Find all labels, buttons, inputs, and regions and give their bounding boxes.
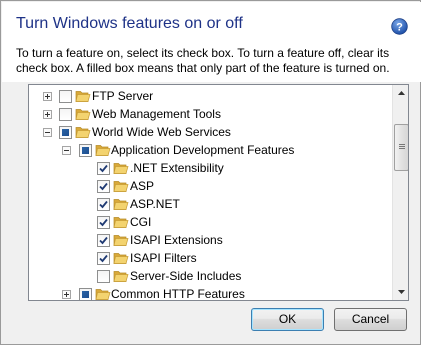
folder-icon bbox=[113, 269, 129, 283]
tree-item[interactable]: ISAPI Filters bbox=[29, 249, 392, 267]
scrollbar-thumb[interactable] bbox=[394, 124, 408, 171]
expand-icon[interactable] bbox=[43, 92, 52, 101]
feature-checkbox[interactable] bbox=[97, 270, 110, 283]
tree-item[interactable]: ASP bbox=[29, 177, 392, 195]
folder-icon bbox=[113, 251, 129, 265]
tree-item[interactable]: World Wide Web Services bbox=[29, 123, 392, 141]
feature-checkbox[interactable] bbox=[97, 216, 110, 229]
tree-item-label: ISAPI Filters bbox=[130, 251, 197, 265]
features-tree-list: FTP Server Web Management Tools World Wide… bbox=[29, 85, 392, 300]
tree-item[interactable]: .NET Extensibility bbox=[29, 159, 392, 177]
tree-item[interactable]: Server-Side Includes bbox=[29, 267, 392, 285]
folder-icon bbox=[95, 143, 111, 157]
ok-button[interactable]: OK bbox=[251, 308, 324, 331]
expand-icon[interactable] bbox=[62, 290, 71, 299]
thumb-grip-line bbox=[399, 148, 405, 149]
features-tree[interactable]: FTP Server Web Management Tools World Wide… bbox=[28, 84, 409, 301]
cancel-button[interactable]: Cancel bbox=[334, 308, 407, 331]
feature-checkbox[interactable] bbox=[59, 126, 72, 139]
feature-checkbox[interactable] bbox=[97, 162, 110, 175]
description-line: check box. A filled box means that only … bbox=[16, 61, 390, 75]
vertical-scrollbar[interactable] bbox=[392, 85, 409, 300]
tree-item-label: ASP bbox=[130, 179, 155, 193]
tree-item-label: ISAPI Extensions bbox=[130, 233, 223, 247]
help-icon[interactable]: ? bbox=[391, 18, 408, 35]
feature-checkbox[interactable] bbox=[59, 90, 72, 103]
tree-item-label: FTP Server bbox=[92, 89, 154, 103]
folder-icon bbox=[113, 161, 129, 175]
feature-checkbox[interactable] bbox=[79, 144, 92, 157]
folder-icon bbox=[95, 287, 111, 300]
dialog-title: Turn Windows features on or off bbox=[16, 15, 243, 32]
feature-checkbox[interactable] bbox=[97, 180, 110, 193]
folder-icon bbox=[113, 233, 129, 247]
windows-features-dialog: Turn Windows features on or off ? To tur… bbox=[0, 0, 421, 345]
feature-checkbox[interactable] bbox=[97, 234, 110, 247]
description-line: To turn a feature on, select its check b… bbox=[16, 46, 390, 60]
dialog-header: Turn Windows features on or off ? To tur… bbox=[2, 2, 421, 82]
folder-icon bbox=[75, 89, 91, 103]
folder-icon bbox=[113, 179, 129, 193]
feature-checkbox[interactable] bbox=[79, 288, 92, 300]
tree-item-label: Application Development Features bbox=[111, 143, 295, 157]
thumb-grip-line bbox=[399, 146, 405, 147]
tree-item-label: World Wide Web Services bbox=[92, 125, 231, 139]
tree-item-label: Common HTTP Features bbox=[111, 287, 245, 300]
feature-checkbox[interactable] bbox=[59, 108, 72, 121]
feature-checkbox[interactable] bbox=[97, 198, 110, 211]
tree-item-label: .NET Extensibility bbox=[130, 161, 224, 175]
tree-item-label: ASP.NET bbox=[130, 197, 180, 211]
scroll-down-arrow-icon[interactable] bbox=[393, 283, 409, 300]
tree-item-label: CGI bbox=[130, 215, 152, 229]
tree-item[interactable]: FTP Server bbox=[29, 87, 392, 105]
collapse-icon[interactable] bbox=[62, 146, 71, 155]
tree-item[interactable]: Common HTTP Features bbox=[29, 285, 392, 300]
thumb-grip-line bbox=[399, 144, 405, 145]
collapse-icon[interactable] bbox=[43, 128, 52, 137]
tree-item[interactable]: ASP.NET bbox=[29, 195, 392, 213]
tree-item-label: Server-Side Includes bbox=[130, 269, 242, 283]
folder-icon bbox=[113, 215, 129, 229]
tree-item-label: Web Management Tools bbox=[92, 107, 221, 121]
folder-icon bbox=[113, 197, 129, 211]
tree-item[interactable]: Web Management Tools bbox=[29, 105, 392, 123]
tree-item[interactable]: Application Development Features bbox=[29, 141, 392, 159]
tree-item[interactable]: CGI bbox=[29, 213, 392, 231]
svg-text:?: ? bbox=[396, 22, 403, 34]
scroll-up-arrow-icon[interactable] bbox=[393, 85, 409, 102]
expand-icon[interactable] bbox=[43, 110, 52, 119]
folder-icon bbox=[75, 107, 91, 121]
feature-checkbox[interactable] bbox=[97, 252, 110, 265]
folder-icon bbox=[75, 125, 91, 139]
tree-item[interactable]: ISAPI Extensions bbox=[29, 231, 392, 249]
dialog-description: To turn a feature on, select its check b… bbox=[16, 46, 411, 76]
